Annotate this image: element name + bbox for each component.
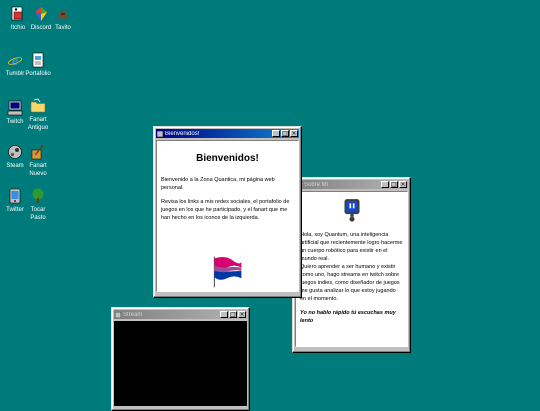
welcome-heading: Bienvenidos!	[196, 153, 259, 164]
steam-icon	[8, 145, 22, 159]
window-title: Sobre Mi	[304, 181, 329, 188]
desktop-icon-label: Fanart Antiguo	[27, 117, 49, 131]
window-title: Stream	[123, 311, 143, 318]
discord-icon	[35, 7, 47, 21]
window-icon	[157, 130, 163, 137]
twitter-icon	[9, 188, 21, 204]
brush-icon	[31, 144, 44, 160]
desktop-icon-label: Tavito	[55, 25, 71, 31]
tree-icon	[32, 188, 44, 203]
bi-pride-flag-image	[213, 256, 242, 288]
stream-video-area[interactable]	[114, 321, 247, 406]
minimize-button[interactable]: _	[272, 130, 280, 137]
folder-icon	[30, 98, 46, 113]
desktop-icon-portafolio[interactable]: Portafolio	[23, 52, 53, 78]
close-button[interactable]: ×	[290, 130, 298, 137]
welcome-paragraph: Bienvenido a la Zona Quantica, mi página…	[161, 177, 275, 191]
computer-icon	[7, 100, 23, 116]
stream-window[interactable]: Stream _ □ ×	[111, 307, 250, 411]
about-note: Yo no hablo rápido tú escuchas muy lento	[300, 310, 396, 324]
about-titlebar[interactable]: Sobre Mi _ □ ×	[295, 180, 408, 189]
desktop-icon-tocar-pasto[interactable]: Tocar Pasto	[23, 188, 53, 222]
itchio-icon	[11, 6, 23, 21]
welcome-window[interactable]: Bienvenidos! _ □ × Bienvenidos! Bienveni…	[153, 126, 302, 298]
welcome-titlebar[interactable]: Bienvenidos! _ □ ×	[156, 129, 299, 138]
minimize-button[interactable]: _	[381, 181, 389, 188]
ie-icon: e	[7, 54, 23, 68]
portfolio-icon	[32, 52, 44, 68]
welcome-content: Bienvenidos! Bienvenido a la Zona Quanti…	[156, 140, 299, 292]
about-window[interactable]: Sobre Mi _ □ × Hola, soy Quantum, una in…	[292, 177, 411, 353]
about-paragraph: Hola, soy Quantum, una inteligencia arti…	[300, 232, 403, 262]
maximize-button[interactable]: □	[229, 311, 237, 318]
close-button[interactable]: ×	[399, 181, 407, 188]
robot-avatar-icon	[344, 199, 359, 222]
about-paragraph: Quiero aprender a ser humano y existir c…	[300, 264, 400, 302]
desktop-icon-tavito[interactable]: Tavito	[48, 6, 78, 32]
close-button[interactable]: ×	[238, 311, 246, 318]
desktop-icon-fanart-nuevo[interactable]: Fanart Nuevo	[23, 144, 53, 178]
about-content: Hola, soy Quantum, una inteligencia arti…	[295, 191, 408, 347]
desktop-icon-fanart-antiguo[interactable]: Fanart Antiguo	[23, 98, 53, 132]
window-title: Bienvenidos!	[165, 130, 200, 137]
welcome-paragraph: Revisa los links a mis redes sociales, e…	[161, 199, 290, 221]
minimize-button[interactable]: _	[220, 311, 228, 318]
stream-titlebar[interactable]: Stream _ □ ×	[114, 310, 247, 319]
window-icon	[115, 311, 121, 318]
desktop-icon-label: Portafolio	[25, 71, 51, 77]
desktop-icon-label: Tocar Pasto	[30, 207, 46, 221]
maximize-button[interactable]: □	[390, 181, 398, 188]
desktop-icon-label: Fanart Nuevo	[29, 163, 47, 177]
tavito-icon	[58, 9, 68, 20]
svg-text:e: e	[12, 54, 18, 68]
maximize-button[interactable]: □	[281, 130, 289, 137]
